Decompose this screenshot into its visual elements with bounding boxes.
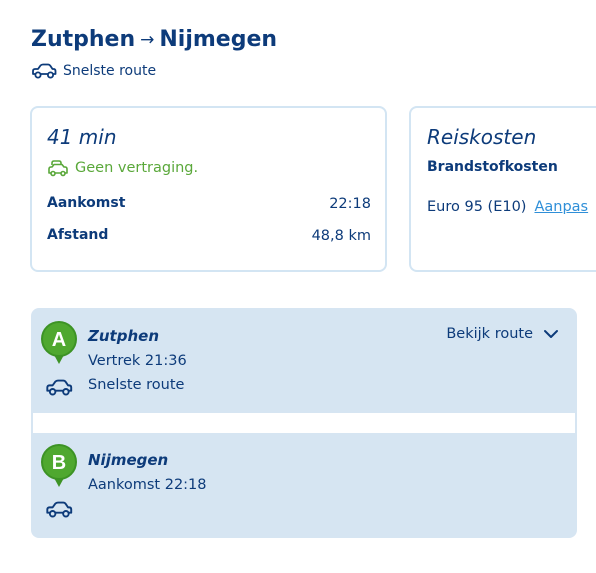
travel-cost-card: Reiskosten Brandstofkosten Euro 95 (E10)…	[409, 106, 596, 272]
arrival-time: Aankomst 22:18	[88, 477, 207, 493]
cost-title: Reiskosten	[427, 125, 537, 149]
edit-fuel-link[interactable]: Aanpas	[534, 199, 588, 215]
car-traffic-icon	[48, 160, 68, 177]
delay-status: Geen vertraging.	[47, 159, 198, 177]
route-divider	[33, 413, 575, 433]
route-type-label: Snelste route	[63, 63, 157, 79]
arrival-label: Aankomst	[47, 195, 126, 211]
car-icon	[46, 501, 73, 518]
svg-text:A: A	[52, 329, 66, 351]
car-icon	[32, 63, 57, 79]
page-title: Zutphen → Nijmegen	[31, 27, 277, 52]
marker-a-icon: A	[41, 321, 77, 364]
fuel-type-row: Euro 95 (E10) Aanpas	[427, 199, 588, 215]
fuel-cost-heading: Brandstofkosten	[427, 159, 558, 175]
delay-text: Geen vertraging.	[75, 160, 199, 176]
view-route-label: Bekijk route	[446, 326, 533, 342]
departure-time: Vertrek 21:36	[88, 353, 187, 369]
arrival-value: 22:18	[329, 196, 371, 212]
route-details-panel: A Zutphen Vertrek 21:36 Snelste route Be…	[31, 308, 577, 538]
arrow-icon: →	[140, 29, 155, 50]
car-icon	[46, 379, 73, 396]
end-waypoint-name: Nijmegen	[88, 451, 169, 469]
fuel-type: Euro 95 (E10)	[427, 199, 527, 215]
title-from: Zutphen	[31, 27, 136, 52]
marker-b-icon: B	[41, 444, 77, 487]
start-route-type: Snelste route	[88, 377, 185, 393]
distance-value: 48,8 km	[311, 228, 371, 244]
distance-label: Afstand	[47, 227, 109, 243]
trip-summary-card: 41 min Geen vertraging. Aankomst 22:18 A…	[30, 106, 387, 272]
svg-text:B: B	[52, 452, 66, 474]
start-waypoint-name: Zutphen	[88, 327, 159, 345]
title-to: Nijmegen	[159, 27, 278, 52]
chevron-down-icon	[544, 330, 558, 338]
view-route-button[interactable]: Bekijk route	[446, 326, 559, 342]
route-type: Snelste route	[31, 63, 156, 79]
trip-duration: 41 min	[47, 125, 117, 149]
